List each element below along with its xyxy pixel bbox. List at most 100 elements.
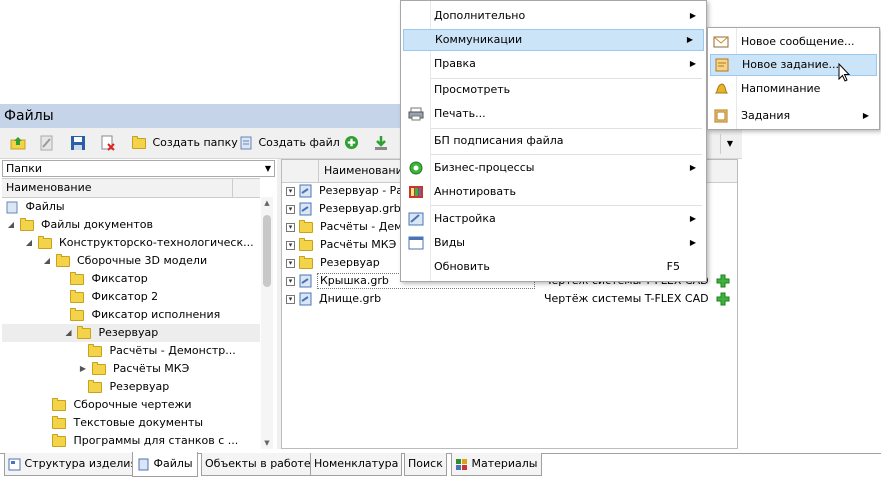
toolbar-overflow-button[interactable]: ▼ (720, 134, 739, 154)
edit-button[interactable] (40, 134, 54, 152)
menu-item-label: Новое сообщение... (741, 35, 855, 48)
scroll-up-arrow[interactable]: ▲ (261, 197, 273, 209)
menu-item-label: Правка (434, 57, 476, 70)
row-expand-icon[interactable]: ▾ (286, 294, 295, 304)
tab-nomenclature[interactable]: Номенклатура (310, 453, 403, 476)
menu-item-communications[interactable]: Коммуникации ▶ (403, 29, 704, 51)
download-button[interactable] (373, 134, 389, 152)
menu-item-business-processes[interactable]: Бизнес-процессы ▶ (401, 157, 706, 179)
folder-icon (88, 379, 102, 393)
bell-icon (714, 83, 729, 94)
scrollbar-thumb[interactable] (263, 215, 271, 287)
tree-item-label: Файлы документов (41, 218, 153, 231)
tree-item[interactable]: Расчёты - Демонстр... (88, 342, 236, 360)
save-button[interactable] (70, 134, 86, 152)
tab-structure[interactable]: Структура изделия (4, 453, 142, 476)
table-row[interactable]: ▾ Днище.grb Чертёж системы T-FLEX CAD (286, 290, 716, 308)
tab-materials[interactable]: Материалы (451, 453, 542, 476)
table-row[interactable]: ▾ Резервуар (286, 254, 380, 272)
expanded-icon[interactable]: ◢ (24, 234, 34, 252)
folder-icon (298, 237, 313, 251)
tree-item[interactable]: Текстовые документы (52, 414, 203, 432)
create-folder-button[interactable]: Создать папку (132, 134, 238, 152)
file-link-icon (299, 274, 311, 288)
menu-item-print[interactable]: Печать... (401, 103, 706, 125)
menu-item-label: БП подписания файла (434, 134, 564, 147)
tree-item-selected[interactable]: ◢ Резервуар (2, 324, 260, 342)
folder-icon (298, 255, 313, 269)
tree-item-label: Текстовые документы (73, 416, 204, 429)
row-expand-icon[interactable]: ▾ (286, 204, 295, 214)
tree-item[interactable]: Сборочные чертежи (52, 396, 192, 414)
communications-submenu: Новое сообщение... Новое задание... Напо… (707, 27, 880, 130)
menu-item-edit[interactable]: Правка ▶ (401, 53, 706, 75)
table-row[interactable]: ▾ Резервуар - Ра (286, 182, 403, 200)
menu-item-settings[interactable]: Настройка ▶ (401, 208, 706, 230)
tree-item[interactable]: Резервуар (88, 378, 169, 396)
submenu-arrow-icon: ▶ (689, 214, 696, 223)
chevron-down-icon: ▼ (264, 164, 271, 173)
add-circle-icon (344, 135, 359, 150)
row-name: Резервуар.grb (319, 202, 401, 215)
tab-label: Материалы (471, 457, 538, 470)
tree-item[interactable]: ◢ Конструкторско-технологическ... (24, 234, 254, 252)
tab-work-objects[interactable]: Объекты в работе (201, 453, 315, 476)
row-name: Резервуар - Ра (319, 184, 404, 197)
folder-up-icon (10, 137, 26, 150)
row-name: Резервуар (320, 256, 380, 269)
menu-item-reminder[interactable]: Напоминание (708, 78, 879, 100)
row-expand-icon[interactable]: ▾ (286, 258, 295, 268)
tree-item[interactable]: Фиксатор (70, 270, 148, 288)
menu-item-tasks[interactable]: Задания ▶ (708, 105, 879, 127)
tree-item-label: Расчёты МКЭ (113, 362, 190, 375)
expanded-icon[interactable]: ◢ (42, 252, 52, 270)
menu-item-signing-bp[interactable]: БП подписания файла (401, 130, 706, 152)
scroll-down-arrow[interactable]: ▼ (261, 437, 273, 449)
menu-item-annotate[interactable]: Аннотировать (401, 181, 706, 203)
row-expand-icon[interactable]: ▾ (286, 222, 295, 232)
add-plus-icon[interactable] (716, 292, 730, 306)
menu-item-new-message[interactable]: Новое сообщение... (708, 31, 879, 53)
tree-item[interactable]: Фиксатор 2 (70, 288, 158, 306)
tree-item-label: Фиксатор 2 (91, 290, 159, 303)
tree-item[interactable]: ◢ Файлы документов (6, 216, 153, 234)
add-plus-icon[interactable] (716, 274, 730, 288)
table-row[interactable]: ▾ Резервуар.grb (286, 200, 401, 218)
row-expand-icon[interactable]: ▾ (286, 186, 295, 196)
tab-search[interactable]: Поиск (404, 453, 447, 476)
table-row[interactable]: ▾ Расчёты - Демо (286, 218, 409, 236)
menu-item-views[interactable]: Виды ▶ (401, 232, 706, 254)
expanded-icon[interactable]: ◢ (64, 324, 74, 342)
folder-icon (52, 415, 66, 429)
tab-files[interactable]: Файлы (132, 452, 198, 477)
tree-item[interactable]: ▶ Расчёты МКЭ (78, 360, 189, 378)
collapsed-icon[interactable]: ▶ (78, 360, 88, 378)
tree-item[interactable]: Программы для станков с ... (52, 432, 238, 450)
submenu-arrow-icon: ▶ (689, 163, 696, 172)
annotate-icon (409, 186, 423, 198)
submenu-arrow-icon: ▶ (689, 59, 696, 68)
tree-scrollbar[interactable]: ▲ ▼ (261, 197, 273, 449)
add-button[interactable] (344, 134, 359, 152)
row-type: Чертёж системы T-FLEX CAD (544, 292, 709, 305)
row-expand-icon[interactable]: ▾ (286, 276, 295, 286)
navigate-up-button[interactable] (10, 134, 26, 152)
file-link-icon (299, 202, 311, 216)
menu-item-refresh[interactable]: Обновить F5 (401, 256, 706, 278)
menu-item-view[interactable]: Просмотреть (401, 79, 706, 101)
menu-item-label: Дополнительно (434, 9, 526, 22)
tree-column-header[interactable]: Наименование (2, 178, 260, 198)
folders-selector[interactable]: Папки ▼ (2, 160, 275, 177)
menu-item-additional[interactable]: Дополнительно ▶ (401, 5, 706, 27)
tree-item[interactable]: Файлы (6, 198, 65, 216)
tree-item[interactable]: ◢ Сборочные 3D модели (42, 252, 207, 270)
folder-icon (70, 271, 84, 285)
menu-item-label: Настройка (434, 212, 496, 225)
create-file-button[interactable]: Создать файл (240, 134, 340, 152)
expanded-icon[interactable]: ◢ (6, 216, 16, 234)
materials-icon (456, 458, 467, 470)
row-expand-icon[interactable]: ▾ (286, 240, 295, 250)
tree-item[interactable]: Фиксатор исполнения (70, 306, 220, 324)
delete-button[interactable] (100, 134, 116, 152)
table-row[interactable]: ▾ Расчёты МКЭ (286, 236, 396, 254)
